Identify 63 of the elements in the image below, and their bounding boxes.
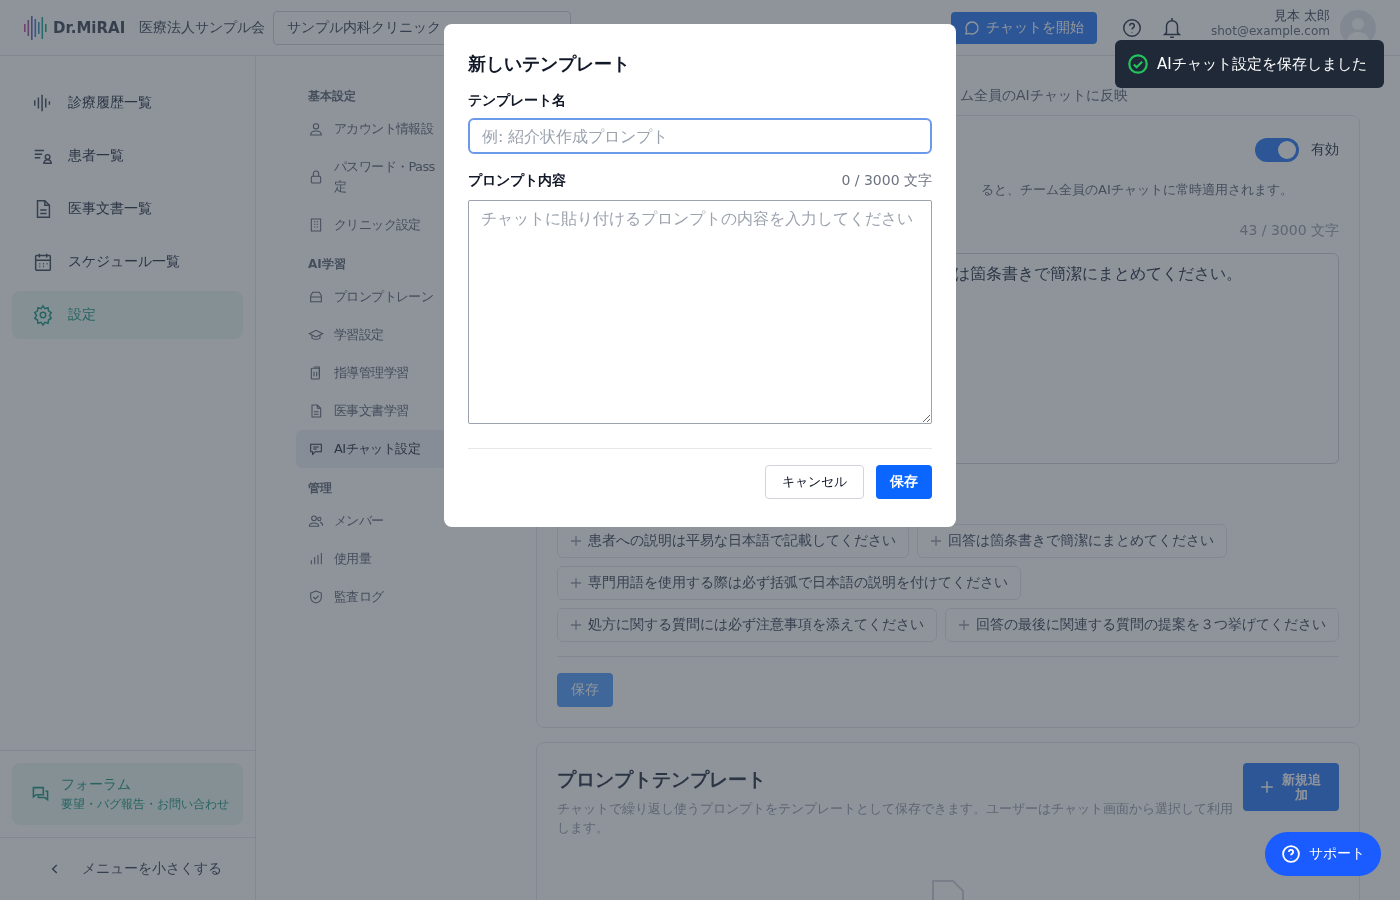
user-email: shot@example.com <box>1211 23 1330 38</box>
lock-icon <box>308 169 324 185</box>
sidebar-item[interactable]: 設定 <box>12 291 243 339</box>
prompt-content-field[interactable]: チャットに貼り付けるプロンプトの内容を入力してください <box>468 200 932 424</box>
add-template-button[interactable]: 新規追加 <box>1243 763 1339 811</box>
notification-bell-icon[interactable] <box>1161 15 1183 40</box>
forum-card[interactable]: フォーラム 要望・バグ報告・お問い合わせ <box>12 763 243 825</box>
card-title: プロンプトテンプレート <box>557 767 767 792</box>
field-label: プロンプト内容 <box>468 172 566 190</box>
sound-wave-logo-icon <box>23 14 47 41</box>
check-circle-icon <box>1127 53 1149 75</box>
dialog-title: 新しいテンプレート <box>468 52 631 76</box>
sidebar-item[interactable]: 患者一覧 <box>12 132 243 180</box>
enable-toggle[interactable] <box>1255 138 1299 162</box>
description-text: ム全員のAIチャットに反映 <box>960 87 1128 103</box>
suggestion-chip[interactable]: 回答は箇条書きで簡潔にまとめてください <box>917 524 1227 558</box>
toast-message: AIチャット設定を保存しました <box>1157 54 1367 74</box>
sidebar-item[interactable]: 医事文書一覧 <box>12 185 243 233</box>
users-icon <box>308 513 324 529</box>
section-heading: 基本設定 <box>308 89 356 103</box>
forum-subtitle: 要望・バグ報告・お問い合わせ <box>61 795 229 813</box>
user-icon <box>308 121 324 137</box>
building-icon <box>308 217 324 233</box>
shield-icon <box>308 589 324 605</box>
forum-title: フォーラム <box>61 775 132 794</box>
start-chat-button[interactable]: チャットを開始 <box>951 11 1097 44</box>
settings-nav-item[interactable]: 使用量 <box>296 540 536 578</box>
cancel-button[interactable]: キャンセル <box>765 465 864 499</box>
plus-icon <box>958 619 970 631</box>
plus-icon <box>570 619 582 631</box>
document-icon <box>308 403 324 419</box>
help-icon <box>1281 844 1301 864</box>
cap-icon <box>308 327 324 343</box>
sidebar-item[interactable]: スケジュール一覧 <box>12 238 243 286</box>
section-heading: 管理 <box>308 481 332 495</box>
toggle-label: 有効 <box>1311 141 1339 159</box>
tray-icon <box>308 289 324 305</box>
suggestion-chip[interactable]: 専門用語を使用する際は必ず括弧で日本語の説明を付けてください <box>557 566 1021 600</box>
chat-icon <box>308 441 324 457</box>
user-name: 見本 太郎 <box>1273 7 1330 24</box>
settings-icon <box>32 304 54 326</box>
save-button[interactable]: 保存 <box>557 673 613 707</box>
character-counter: 0 / 3000 文字 <box>841 172 932 190</box>
suggestion-chip[interactable]: 処方に関する質問には必ず注意事項を添えてください <box>557 608 937 642</box>
help-icon[interactable] <box>1121 16 1143 39</box>
plus-icon <box>570 535 582 547</box>
suggestion-chip[interactable]: 回答の最後に関連する質問の提案を３つ挙げてください <box>945 608 1339 642</box>
settings-nav-item[interactable]: 監査ログ <box>296 578 536 616</box>
support-button[interactable]: サポート <box>1265 832 1381 876</box>
plus-icon <box>930 535 942 547</box>
chat-bubble-icon <box>964 19 980 36</box>
field-label: テンプレート名 <box>468 92 567 110</box>
brand-name: Dr.MiRAI <box>53 18 126 37</box>
template-name-field[interactable]: 例: 紹介状作成プロンプト <box>468 118 932 154</box>
sidebar-item[interactable]: 診療履歴一覧 <box>12 79 243 127</box>
section-heading: AI学習 <box>308 257 346 271</box>
save-button[interactable]: 保存 <box>876 465 932 499</box>
calendar-icon <box>32 251 54 273</box>
plus-icon <box>570 577 582 589</box>
bars-icon <box>308 551 324 567</box>
organization-name: 医療法人サンプル会 <box>139 18 266 37</box>
plus-icon <box>1260 780 1275 794</box>
collapse-menu-button[interactable]: メニューを小さくする <box>0 837 255 900</box>
